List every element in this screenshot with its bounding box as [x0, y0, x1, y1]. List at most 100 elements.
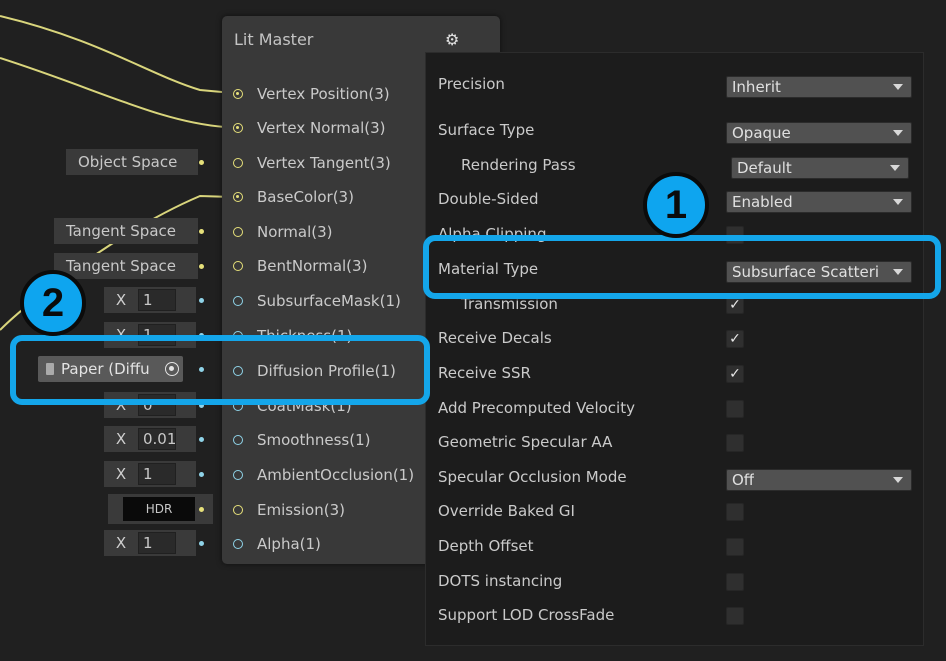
receive-ssr-checkbox[interactable]: ✓	[726, 365, 744, 383]
geometric-specular-aa-checkbox[interactable]	[726, 434, 744, 452]
x-label: X	[115, 291, 127, 309]
dropdown-arrow-icon	[890, 165, 900, 171]
double-sided-label: Double-Sided	[438, 190, 539, 208]
surface-type-dropdown[interactable]: Opaque	[726, 122, 912, 144]
support-lod-crossfade-label: Support LOD CrossFade	[438, 606, 615, 624]
receive-ssr-label: Receive SSR	[438, 364, 531, 382]
dots-instancing-checkbox[interactable]	[726, 573, 744, 591]
alpha-field[interactable]: X1	[104, 530, 196, 556]
port-connector-icon	[233, 296, 243, 306]
subsurface-mask-field[interactable]: X1	[104, 287, 196, 313]
add-precomputed-velocity-label: Add Precomputed Velocity	[438, 399, 635, 417]
override-baked-gi-label: Override Baked GI	[438, 502, 575, 520]
connector-icon	[199, 541, 204, 546]
value-input[interactable]: 1	[138, 463, 176, 485]
connector-icon	[199, 437, 204, 442]
port-connector-icon	[233, 435, 243, 445]
material-type-highlight	[423, 235, 941, 299]
value-input[interactable]: 1	[138, 532, 176, 554]
port-ambient-occlusion[interactable]: AmbientOcclusion(1)	[233, 465, 414, 485]
node-title: Lit Master	[234, 30, 314, 49]
port-vertex-tangent[interactable]: Vertex Tangent(3)	[233, 153, 391, 173]
port-label: Normal(3)	[257, 223, 333, 241]
specular-occlusion-mode-dropdown[interactable]: Off	[726, 469, 912, 491]
dropdown-value: Off	[732, 471, 755, 489]
port-basecolor[interactable]: BaseColor(3)	[233, 187, 354, 207]
port-alpha[interactable]: Alpha(1)	[233, 534, 321, 554]
value-input[interactable]: 0.01	[138, 428, 176, 450]
field-label: Tangent Space	[66, 257, 176, 275]
port-emission[interactable]: Emission(3)	[233, 500, 345, 520]
callout-badge-2: 2	[20, 270, 86, 336]
receive-decals-checkbox[interactable]: ✓	[726, 330, 744, 348]
rendering-pass-dropdown[interactable]: Default	[731, 157, 909, 179]
connector-icon	[199, 472, 204, 477]
vertex-tangent-space-field[interactable]: Object Space	[66, 149, 198, 175]
dropdown-arrow-icon	[893, 477, 903, 483]
specular-occlusion-mode-label: Specular Occlusion Mode	[438, 468, 627, 486]
hdr-color-swatch[interactable]: HDR	[123, 497, 195, 521]
port-vertex-normal[interactable]: Vertex Normal(3)	[233, 118, 386, 138]
support-lod-crossfade-checkbox[interactable]	[726, 607, 744, 625]
emission-color-field[interactable]: HDR	[108, 494, 213, 524]
port-connector-icon	[233, 470, 243, 480]
port-label: Vertex Tangent(3)	[257, 154, 391, 172]
connector-icon	[199, 160, 204, 165]
port-subsurface-mask[interactable]: SubsurfaceMask(1)	[233, 291, 401, 311]
override-baked-gi-checkbox[interactable]	[726, 503, 744, 521]
value-input[interactable]: 1	[138, 289, 176, 311]
dropdown-value: Inherit	[732, 78, 781, 96]
port-vertex-position[interactable]: Vertex Position(3)	[233, 84, 390, 104]
dropdown-arrow-icon	[893, 130, 903, 136]
dots-instancing-label: DOTS instancing	[438, 572, 563, 590]
connector-icon	[199, 507, 204, 512]
port-label: Vertex Normal(3)	[257, 119, 386, 137]
port-label: Smoothness(1)	[257, 431, 371, 449]
precision-label: Precision	[438, 75, 505, 93]
port-connector-icon	[233, 123, 243, 133]
dropdown-value: Default	[737, 159, 792, 177]
port-label: BentNormal(3)	[257, 257, 368, 275]
diffusion-profile-highlight	[10, 335, 430, 405]
port-connector-icon	[233, 89, 243, 99]
depth-offset-label: Depth Offset	[438, 537, 534, 555]
master-node-settings-panel: Precision Inherit Surface Type Opaque Re…	[425, 52, 924, 646]
port-label: Alpha(1)	[257, 535, 321, 553]
ambient-occlusion-field[interactable]: X1	[104, 461, 196, 487]
port-connector-icon	[233, 192, 243, 202]
connector-icon	[199, 229, 204, 234]
dropdown-arrow-icon	[893, 84, 903, 90]
depth-offset-checkbox[interactable]	[726, 538, 744, 556]
port-connector-icon	[233, 158, 243, 168]
surface-type-label: Surface Type	[438, 121, 535, 139]
gear-icon[interactable]: ⚙	[445, 30, 459, 49]
normal-space-field[interactable]: Tangent Space	[54, 218, 198, 244]
port-smoothness[interactable]: Smoothness(1)	[233, 430, 371, 450]
double-sided-dropdown[interactable]: Enabled	[726, 191, 912, 213]
connector-icon	[199, 264, 204, 269]
port-bent-normal[interactable]: BentNormal(3)	[233, 256, 367, 276]
port-connector-icon	[233, 539, 243, 549]
rendering-pass-label: Rendering Pass	[461, 156, 576, 174]
port-connector-icon	[233, 505, 243, 515]
port-label: AmbientOcclusion(1)	[257, 466, 415, 484]
port-label: Vertex Position(3)	[257, 85, 390, 103]
connector-icon	[199, 298, 204, 303]
precision-dropdown[interactable]: Inherit	[726, 76, 912, 98]
port-label: SubsurfaceMask(1)	[257, 292, 401, 310]
bent-normal-space-field[interactable]: Tangent Space	[54, 253, 198, 279]
port-normal[interactable]: Normal(3)	[233, 222, 333, 242]
port-connector-icon	[233, 227, 243, 237]
add-precomputed-velocity-checkbox[interactable]	[726, 400, 744, 418]
port-label: Emission(3)	[257, 501, 345, 519]
geometric-specular-aa-label: Geometric Specular AA	[438, 433, 613, 451]
receive-decals-label: Receive Decals	[438, 329, 552, 347]
dropdown-value: Opaque	[732, 124, 791, 142]
callout-badge-1: 1	[643, 172, 709, 238]
field-label: Object Space	[78, 153, 178, 171]
x-label: X	[115, 430, 127, 448]
field-label: Tangent Space	[66, 222, 176, 240]
x-label: X	[115, 465, 127, 483]
smoothness-field[interactable]: X 0.01	[104, 426, 196, 452]
dropdown-arrow-icon	[893, 199, 903, 205]
